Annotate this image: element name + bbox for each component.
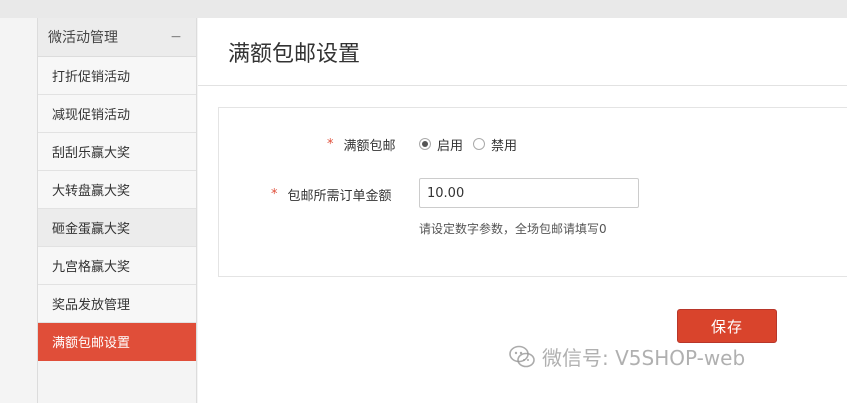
sidebar-item-nine-grid[interactable]: 九宫格赢大奖 xyxy=(38,247,196,285)
sidebar-item-label: 大转盘赢大奖 xyxy=(52,184,131,199)
sidebar: 微活动管理 − 打折促销活动 减现促销活动 刮刮乐赢大奖 大转盘赢大奖 砸金蛋赢… xyxy=(37,18,197,403)
collapse-icon[interactable]: − xyxy=(170,29,182,45)
sidebar-item-label: 砸金蛋赢大奖 xyxy=(52,222,131,237)
required-mark: * xyxy=(327,136,334,152)
sidebar-item-label: 奖品发放管理 xyxy=(52,298,131,313)
free-shipping-label: 满额包邮 xyxy=(343,138,396,154)
page-title: 满额包邮设置 xyxy=(198,18,847,86)
disable-radio[interactable]: 禁用 xyxy=(473,135,517,154)
disable-radio-label: 禁用 xyxy=(491,138,518,154)
wechat-icon xyxy=(509,345,535,367)
enable-radio[interactable]: 启用 xyxy=(419,135,463,154)
amount-input[interactable] xyxy=(419,178,639,208)
required-mark: * xyxy=(271,186,278,202)
free-shipping-row: * 满额包邮 xyxy=(327,134,396,154)
amount-label: 包邮所需订单金额 xyxy=(287,188,392,204)
sidebar-item-golden-egg[interactable]: 砸金蛋赢大奖 xyxy=(38,209,196,247)
enable-radio-label: 启用 xyxy=(437,138,464,154)
sidebar-item-wheel[interactable]: 大转盘赢大奖 xyxy=(38,171,196,209)
sidebar-item-prize-distribution[interactable]: 奖品发放管理 xyxy=(38,285,196,323)
watermark-text: 微信号: V5SHOP-web xyxy=(542,346,746,370)
sidebar-item-label: 九宫格赢大奖 xyxy=(52,260,131,275)
amount-row: * 包邮所需订单金额 xyxy=(271,184,392,204)
free-shipping-options: 启用 禁用 xyxy=(419,134,527,154)
settings-form: * 满额包邮 启用 禁用 * 包邮所需订单金额 请设定数字参数，全场包邮请填写0 xyxy=(218,107,847,277)
sidebar-item-label: 打折促销活动 xyxy=(52,70,131,85)
sidebar-item-label: 满额包邮设置 xyxy=(52,336,131,351)
sidebar-item-cash-off[interactable]: 减现促销活动 xyxy=(38,95,196,133)
radio-unchecked-icon[interactable] xyxy=(473,138,486,150)
watermark: 微信号: V5SHOP-web xyxy=(508,342,745,371)
amount-hint: 请设定数字参数，全场包邮请填写0 xyxy=(419,222,607,236)
radio-checked-icon[interactable] xyxy=(419,138,431,150)
sidebar-item-discount[interactable]: 打折促销活动 xyxy=(38,57,196,95)
sidebar-item-label: 刮刮乐赢大奖 xyxy=(52,146,131,161)
sidebar-item-free-shipping[interactable]: 满额包邮设置 xyxy=(38,323,196,361)
sidebar-item-scratch-card[interactable]: 刮刮乐赢大奖 xyxy=(38,133,196,171)
sidebar-group-header[interactable]: 微活动管理 − xyxy=(38,18,196,57)
sidebar-item-label: 减现促销活动 xyxy=(52,108,131,123)
save-button[interactable]: 保存 xyxy=(677,309,777,343)
sidebar-group-title: 微活动管理 xyxy=(48,30,118,46)
main-content: 满额包邮设置 * 满额包邮 启用 禁用 * 包邮所需订单金额 10.00 请设定… xyxy=(198,18,847,403)
top-strip xyxy=(0,0,847,18)
page: 微活动管理 − 打折促销活动 减现促销活动 刮刮乐赢大奖 大转盘赢大奖 砸金蛋赢… xyxy=(0,18,847,403)
